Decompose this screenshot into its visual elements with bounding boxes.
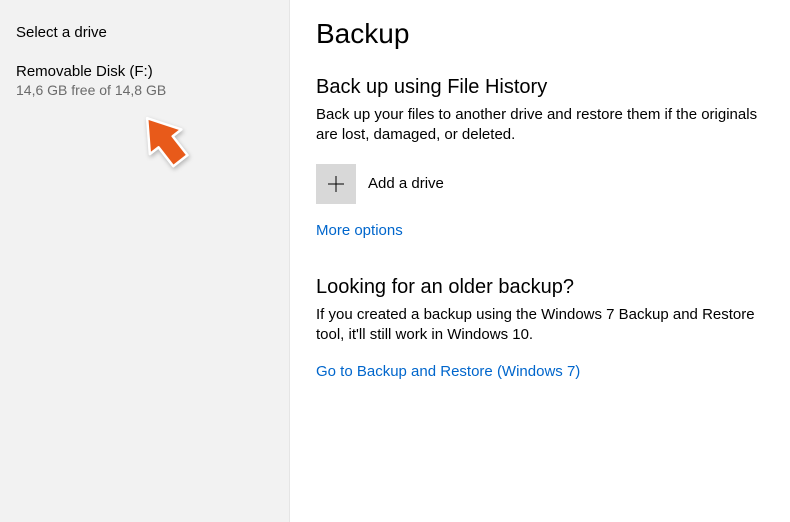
drive-name: Removable Disk (F:): [16, 63, 273, 80]
page-title: Backup: [316, 18, 762, 50]
older-backup-section: Looking for an older backup? If you crea…: [316, 276, 762, 382]
drive-select-panel: Select a drive Removable Disk (F:) 14,6 …: [0, 0, 290, 522]
backup-restore-win7-link[interactable]: Go to Backup and Restore (Windows 7): [316, 363, 580, 380]
plus-icon: [316, 164, 356, 204]
more-options-link[interactable]: More options: [316, 222, 403, 239]
select-drive-title: Select a drive: [16, 24, 273, 41]
file-history-desc: Back up your files to another drive and …: [316, 105, 762, 146]
file-history-section: Back up using File History Back up your …: [316, 76, 762, 240]
drive-item-removable-f[interactable]: Removable Disk (F:) 14,6 GB free of 14,8…: [16, 63, 273, 98]
file-history-heading: Back up using File History: [316, 76, 762, 99]
add-drive-label: Add a drive: [368, 175, 444, 192]
add-drive-button[interactable]: Add a drive: [316, 164, 762, 204]
backup-main-panel: Backup Back up using File History Back u…: [290, 0, 790, 522]
older-backup-desc: If you created a backup using the Window…: [316, 305, 762, 346]
drive-free-space: 14,6 GB free of 14,8 GB: [16, 82, 273, 98]
older-backup-heading: Looking for an older backup?: [316, 276, 762, 299]
